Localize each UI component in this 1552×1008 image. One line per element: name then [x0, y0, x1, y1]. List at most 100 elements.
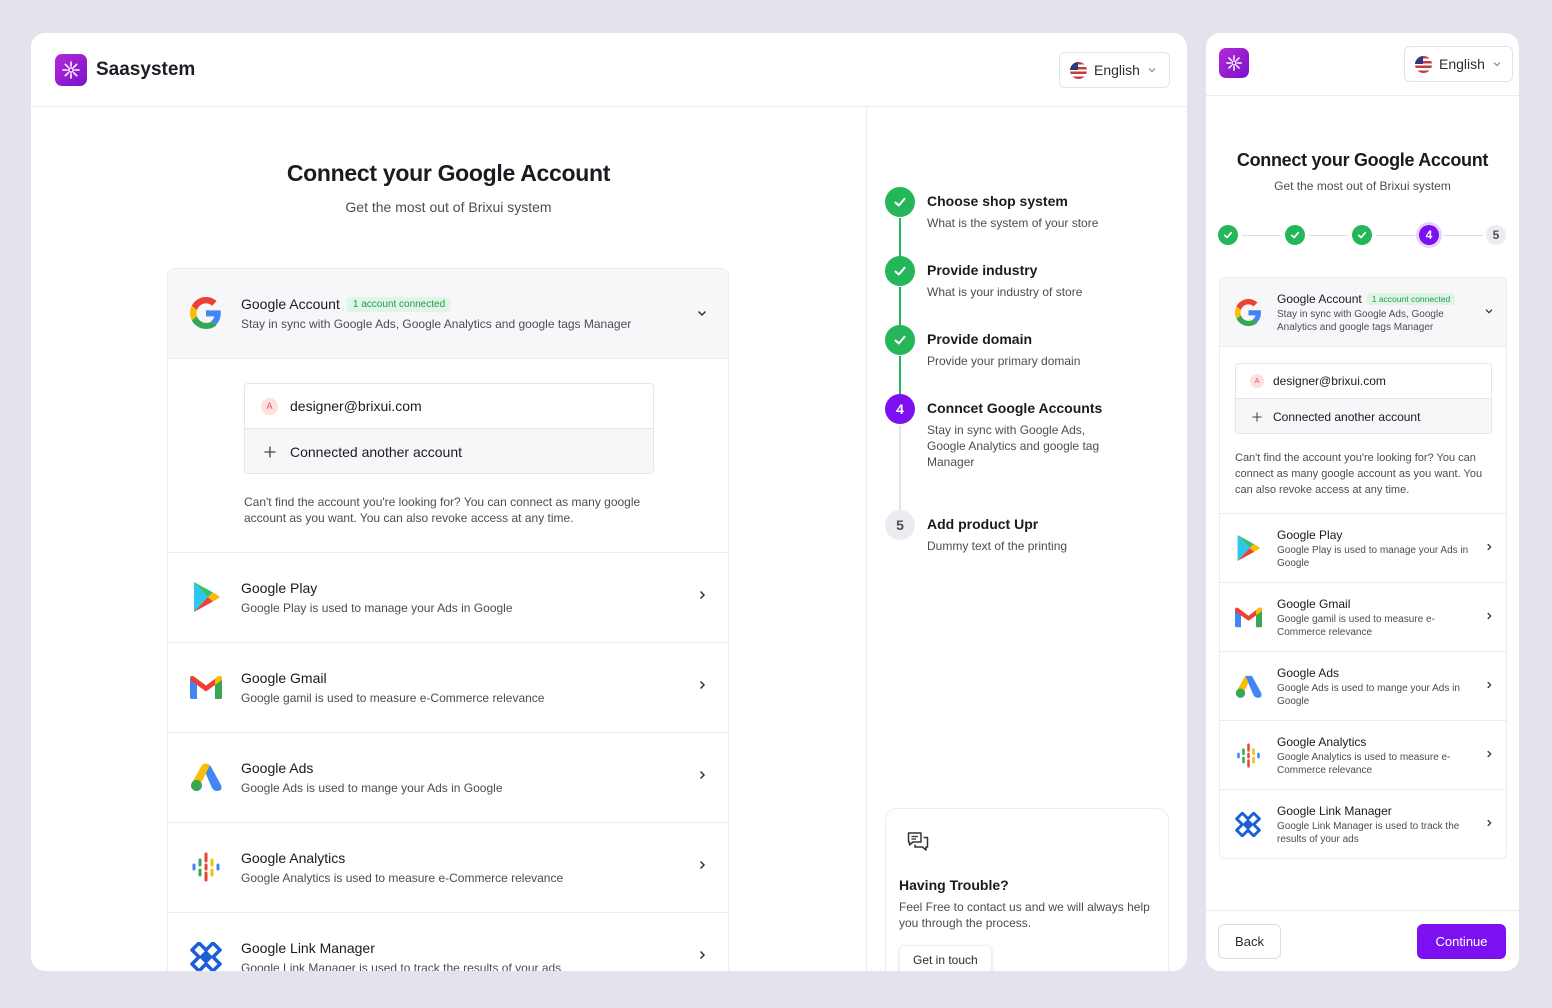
chevron-right-icon — [1487, 819, 1492, 827]
service-row-google-gmail[interactable]: Google Gmail Google gamil is used to mea… — [1220, 583, 1506, 652]
chevron-down-icon[interactable] — [696, 307, 708, 319]
step-connector — [1309, 235, 1348, 236]
step-title: Add product Upr — [927, 516, 1039, 532]
plus-icon — [261, 446, 278, 458]
check-icon[interactable] — [1352, 225, 1372, 245]
avatar: A — [261, 397, 278, 415]
service-row-google-analytics[interactable]: Google Analytics Google Analytics is use… — [1220, 721, 1506, 790]
mobile-card: English Connect your Google Account Get … — [1206, 33, 1519, 971]
service-name: Google Ads — [1277, 666, 1340, 680]
chevron-right-icon — [699, 590, 706, 600]
header: Saasystem English — [31, 33, 1187, 107]
add-account-button[interactable]: Connected another account — [245, 429, 653, 473]
chevron-down-icon[interactable] — [1484, 306, 1494, 316]
check-icon[interactable] — [1285, 225, 1305, 245]
service-name: Google Link Manager — [241, 940, 375, 956]
service-name: Google Link Manager — [1277, 804, 1392, 818]
step-1[interactable]: Choose shop system What is the system of … — [885, 187, 1127, 231]
google-account-row[interactable]: Google Account 1 account connected Stay … — [168, 269, 728, 359]
service-row-google-link-manager[interactable]: Google Link Manager Google Link Manager … — [1220, 790, 1506, 858]
logo[interactable]: Saasystem — [55, 54, 195, 86]
google-account-description: Stay in sync with Google Ads, Google Ana… — [241, 317, 632, 331]
chevron-right-icon — [1487, 681, 1492, 689]
service-row-google-analytics[interactable]: Google Analytics Google Analytics is use… — [168, 823, 728, 913]
service-row-google-ads[interactable]: Google Ads Google Ads is used to mange y… — [168, 733, 728, 823]
google-account-name: Google Account — [241, 296, 340, 312]
service-description: Google Link Manager is used to track the… — [241, 961, 562, 971]
avatar: A — [1250, 374, 1264, 388]
service-row-google-link-manager[interactable]: Google Link Manager Google Link Manager … — [168, 913, 728, 971]
chevron-down-icon — [1493, 62, 1501, 67]
step-description: Provide your primary domain — [927, 354, 1081, 368]
step-title: Conncet Google Accounts — [927, 400, 1103, 416]
service-row-google-ads[interactable]: Google Ads Google Ads is used to mange y… — [1220, 652, 1506, 721]
service-description: Google gamil is used to measure e-Commer… — [1277, 614, 1435, 638]
step-3[interactable]: Provide domain Provide your primary domai… — [885, 325, 1127, 369]
plus-icon — [1250, 411, 1264, 422]
service-description: Google Play is used to manage your Ads i… — [1277, 545, 1469, 569]
help-description: Feel Free to contact us and we will alwa… — [899, 900, 1150, 930]
service-description: Google Link Manager is used to track the… — [1277, 821, 1460, 845]
helper-text: Can't find the account you're looking fo… — [244, 495, 641, 525]
check-icon[interactable] — [1218, 225, 1238, 245]
add-account-button[interactable]: Connected another account — [1236, 399, 1491, 433]
google-play-icon — [1234, 533, 1262, 563]
chevron-down-icon — [1148, 68, 1156, 73]
chevron-right-icon — [1487, 612, 1492, 620]
step-4[interactable]: 4 Conncet Google Accounts Stay in sync wi… — [885, 394, 1127, 470]
language-select[interactable]: English — [1404, 46, 1513, 82]
step-title: Provide domain — [927, 331, 1033, 347]
language-select[interactable]: English — [1059, 52, 1170, 88]
link-manager-icon — [1234, 809, 1262, 839]
step-title: Provide industry — [927, 262, 1038, 278]
service-row-google-gmail[interactable]: Google Gmail Google gamil is used to mea… — [168, 643, 728, 733]
service-row-google-play[interactable]: Google Play Google Play is used to manag… — [168, 553, 728, 643]
step-title: Choose shop system — [927, 193, 1068, 209]
step-number: 5 — [885, 510, 915, 540]
google-account-row[interactable]: Google Account 1 account connected Stay … — [1220, 278, 1506, 347]
google-icon — [190, 296, 222, 330]
help-card: Having Trouble? Feel Free to contact us … — [885, 808, 1169, 971]
chevron-right-icon — [699, 860, 706, 870]
service-list: Google Account 1 account connected Stay … — [1219, 277, 1507, 859]
service-name: Google Gmail — [241, 670, 327, 686]
service-name: Google Gmail — [1277, 597, 1351, 611]
add-account-label: Connected another account — [1273, 409, 1421, 424]
language-label: English — [1439, 56, 1485, 72]
service-description: Google Play is used to manage your Ads i… — [241, 601, 513, 615]
helper-text: Can't find the account you're looking fo… — [1235, 452, 1483, 496]
mobile-header: English — [1206, 33, 1519, 96]
us-flag-icon — [1070, 61, 1087, 79]
mobile-footer: Back Continue — [1206, 910, 1519, 971]
get-in-touch-button[interactable]: Get in touch — [899, 945, 992, 971]
google-account-name: Google Account — [1277, 292, 1362, 306]
step-connector — [1242, 235, 1281, 236]
service-name: Google Analytics — [241, 850, 346, 866]
step-connector — [1376, 235, 1415, 236]
chevron-right-icon — [1487, 750, 1492, 758]
check-icon — [885, 187, 915, 217]
service-list: Google Account 1 account connected Stay … — [167, 268, 729, 971]
service-description: Google Analytics is used to measure e-Co… — [241, 871, 564, 885]
us-flag-icon — [1415, 55, 1432, 73]
chevron-right-icon — [699, 680, 706, 690]
step-2[interactable]: Provide industry What is your industry of… — [885, 256, 1127, 300]
google-account-panel: A designer@brixui.com Connected another … — [168, 359, 728, 553]
logo-icon[interactable] — [1219, 48, 1249, 78]
account-email: designer@brixui.com — [1273, 374, 1386, 388]
back-button[interactable]: Back — [1218, 924, 1281, 959]
service-row-google-play[interactable]: Google Play Google Play is used to manag… — [1220, 514, 1506, 583]
continue-button[interactable]: Continue — [1417, 924, 1506, 959]
step-description: Stay in sync with Google Ads, Google Ana… — [927, 423, 1100, 469]
step-number[interactable]: 5 — [1486, 225, 1506, 245]
step-description: What is your industry of store — [927, 285, 1083, 299]
check-icon — [885, 325, 915, 355]
step-number[interactable]: 4 — [1419, 225, 1439, 245]
page-subtitle: Get the most out of Brixui system — [1274, 179, 1451, 193]
google-ads-icon — [190, 760, 222, 794]
service-name: Google Play — [1277, 528, 1343, 542]
connected-account-row[interactable]: A designer@brixui.com — [1236, 364, 1491, 399]
google-account-title: Google Account 1 account connected — [1277, 292, 1456, 306]
step-5[interactable]: 5 Add product Upr Dummy text of the print… — [885, 510, 1127, 554]
connected-account-row[interactable]: A designer@brixui.com — [245, 384, 653, 429]
